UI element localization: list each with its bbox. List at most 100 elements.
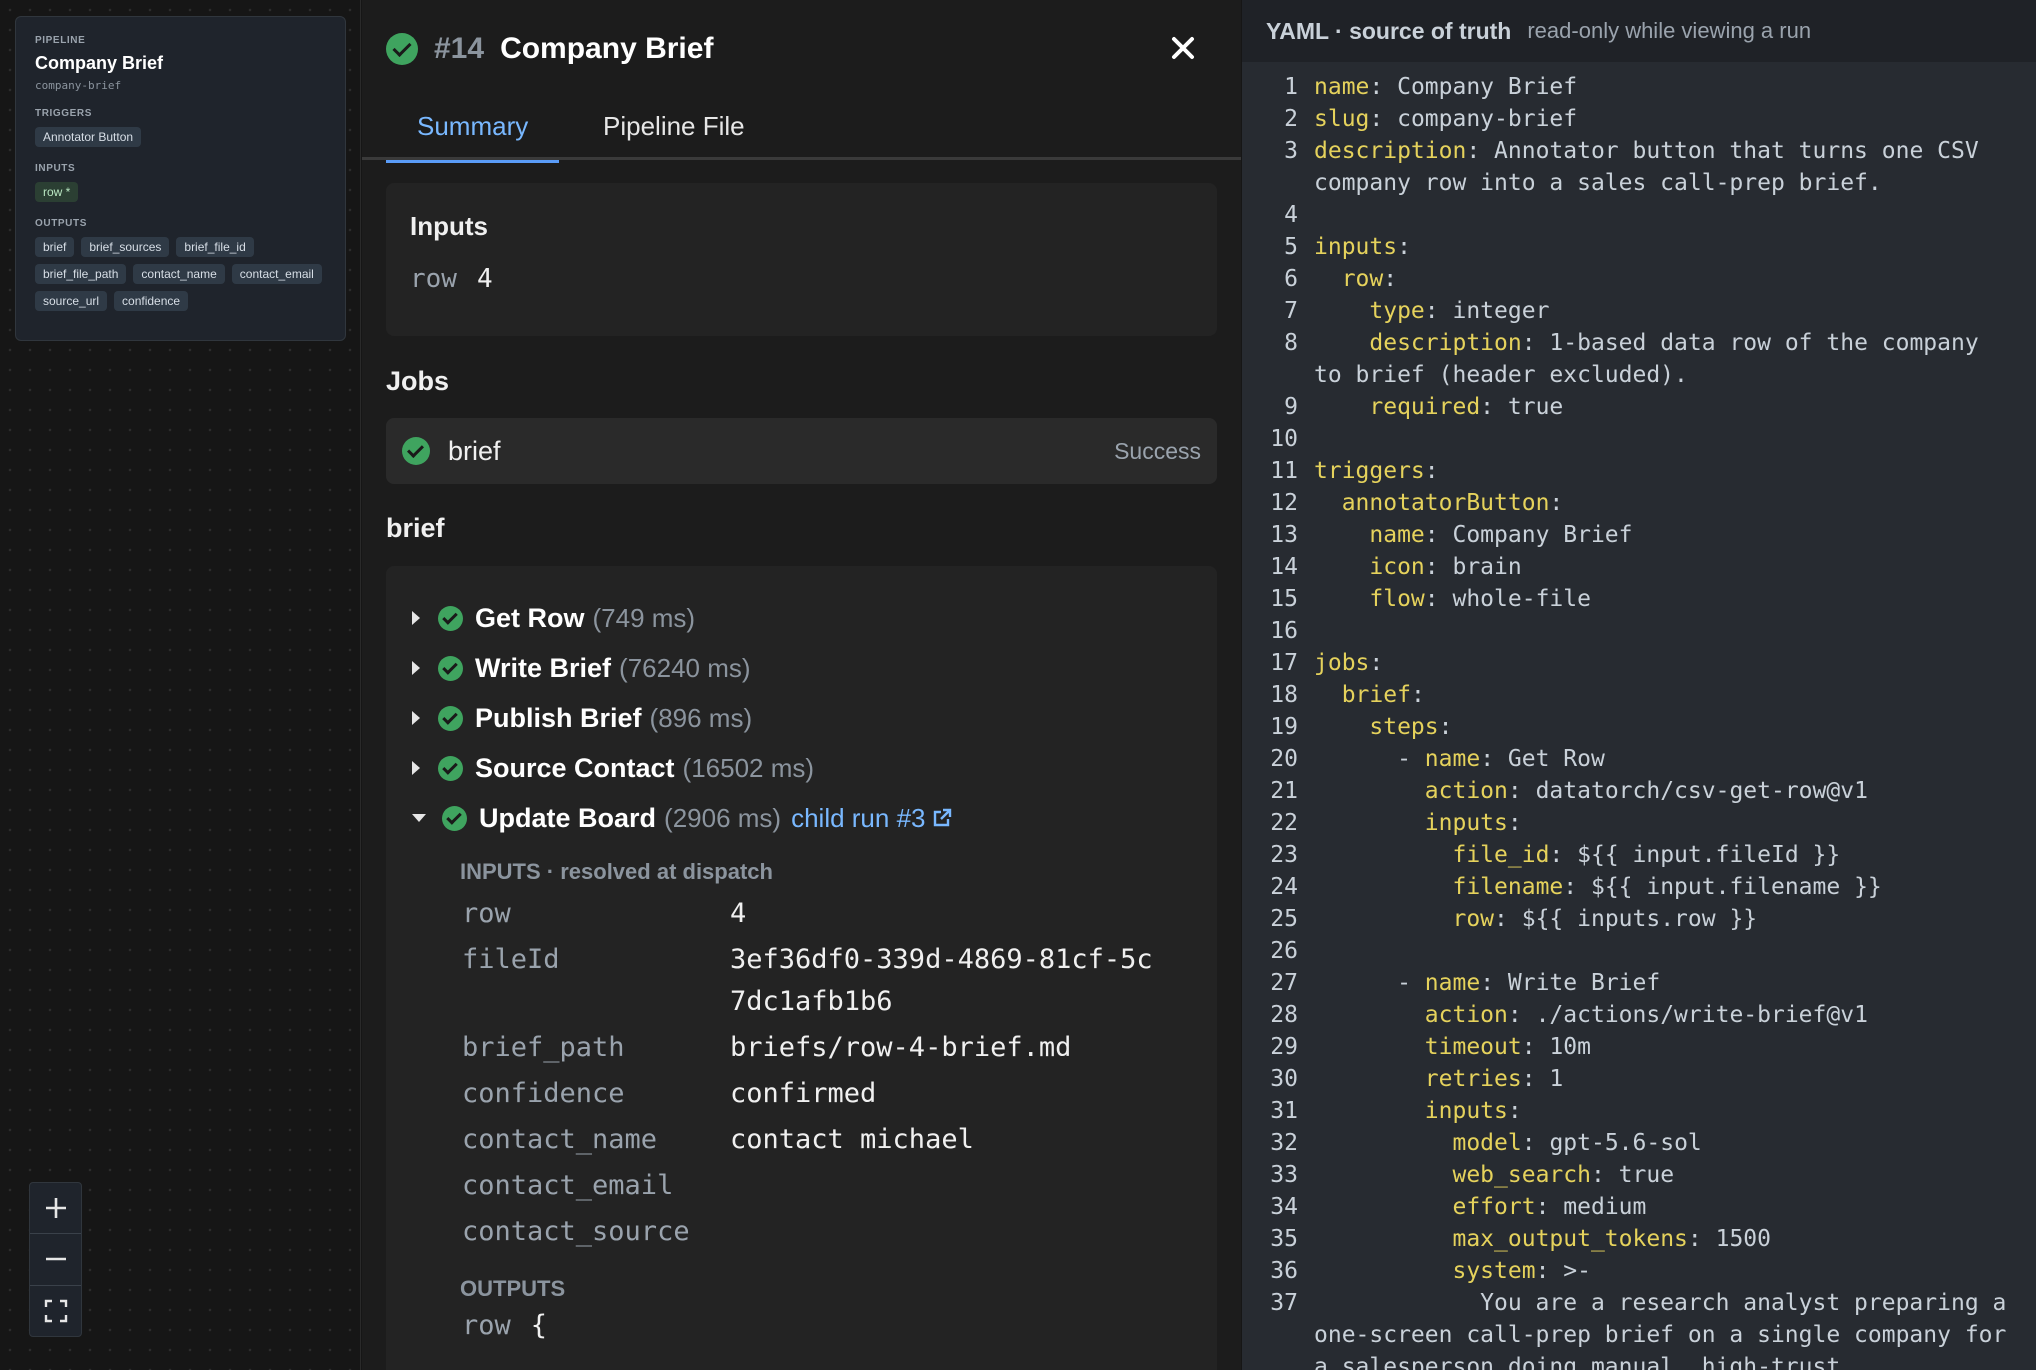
- line-content: inputs:: [1314, 234, 1411, 260]
- yaml-line: 30 retries: 1: [1242, 1063, 2036, 1095]
- yaml-key: triggers: [1314, 458, 1425, 484]
- line-number: 2: [1284, 106, 1298, 132]
- pipeline-node-card[interactable]: PIPELINE Company Brief company-brief TRI…: [15, 16, 346, 341]
- output-chip: brief: [35, 237, 75, 257]
- yaml-key: web_search: [1452, 1162, 1591, 1188]
- inputs-title: Inputs: [410, 211, 488, 241]
- chevron-right-icon: [412, 761, 420, 775]
- yaml-line: 15 flow: whole-file: [1242, 583, 2036, 615]
- line-number: 26: [1270, 938, 1298, 964]
- yaml-line: 25 row: ${{ inputs.row }}: [1242, 903, 2036, 935]
- child-run-link[interactable]: child run #3: [791, 803, 925, 834]
- outputs-label: OUTPUTS: [35, 218, 87, 229]
- inputs-chips: row *: [35, 182, 335, 202]
- line-number: 4: [1284, 202, 1298, 228]
- close-icon: [1172, 37, 1194, 59]
- resolved-key: fileId: [462, 944, 560, 975]
- step-row[interactable]: Publish Brief (896 ms): [412, 700, 752, 736]
- line-number: 15: [1270, 586, 1298, 612]
- yaml-line: 5 inputs:: [1242, 231, 2036, 263]
- success-check-icon: [438, 755, 463, 781]
- yaml-title: YAML · source of truth: [1266, 17, 1512, 44]
- line-number: 33: [1270, 1162, 1298, 1188]
- step-row[interactable]: Get Row (749 ms): [412, 600, 695, 636]
- line-number: 36: [1270, 1258, 1298, 1284]
- zoom-in-icon: [45, 1198, 66, 1219]
- line-number: 34: [1270, 1194, 1298, 1220]
- yaml-line: 34 effort: medium: [1242, 1191, 2036, 1223]
- line-content: flow: whole-file: [1369, 586, 1591, 612]
- resolved-key: contact_source: [462, 1216, 690, 1247]
- job-row[interactable]: brief Success: [386, 418, 1217, 484]
- yaml-key: row: [1341, 266, 1384, 292]
- yaml-line: 35 max_output_tokens: 1500: [1242, 1223, 2036, 1255]
- fit-view-icon: [44, 1299, 67, 1323]
- jobs-title: Jobs: [386, 366, 450, 396]
- fit-view-button[interactable]: [30, 1286, 81, 1336]
- step-row-expanded[interactable]: Update Board (2906 ms) child run #3: [412, 800, 952, 836]
- step-row[interactable]: Write Brief (76240 ms): [412, 650, 751, 686]
- output-chip: confidence: [114, 291, 189, 311]
- yaml-code-view[interactable]: 1 name: Company Brief 2 slug: company-brief…: [1242, 71, 2036, 1370]
- line-content: You are a research analyst preparing a o…: [1314, 1290, 2021, 1370]
- pipeline-kicker: PIPELINE: [35, 35, 86, 46]
- yaml-key: required: [1369, 394, 1481, 420]
- yaml-key: timeout: [1424, 1034, 1522, 1060]
- yaml-line: 20 - name: Get Row: [1242, 743, 2036, 775]
- yaml-line: 37 You are a research analyst preparing …: [1242, 1287, 2036, 1370]
- step-time: (16502 ms): [682, 752, 815, 783]
- output-chip: contact_name: [133, 264, 225, 284]
- external-link-icon[interactable]: [932, 808, 952, 828]
- line-number: 27: [1270, 970, 1298, 996]
- yaml-key: name: [1314, 74, 1370, 100]
- tab-summary[interactable]: Summary: [386, 104, 560, 163]
- line-number: 30: [1270, 1066, 1298, 1092]
- outputs-chips: brief brief_sources brief_file_id brief_fil…: [35, 237, 335, 311]
- line-content: web_search: true: [1452, 1162, 1675, 1188]
- resolved-inputs-list: row 4 fileId 3ef36df0-339d-4869-81cf-5c7…: [462, 893, 1160, 1253]
- line-number: 7: [1284, 298, 1298, 324]
- resolved-value: [730, 1165, 1160, 1207]
- yaml-line: 11 triggers:: [1242, 455, 2036, 487]
- run-header: #14 Company Brief: [386, 32, 713, 66]
- yaml-key: jobs: [1314, 650, 1370, 676]
- output-chip: source_url: [35, 291, 108, 311]
- success-check-icon: [438, 655, 463, 681]
- step-time: (76240 ms): [619, 652, 751, 683]
- line-content: name: Company Brief: [1369, 522, 1633, 548]
- yaml-line: 14 icon: brain: [1242, 551, 2036, 583]
- output-chip: brief_file_path: [35, 264, 127, 284]
- resolved-input-row: contact_name contact michael: [462, 1119, 1160, 1161]
- yaml-line: 16: [1242, 615, 2036, 647]
- success-check-icon: [438, 605, 463, 631]
- input-chip: row *: [35, 182, 79, 202]
- yaml-key: system: [1452, 1258, 1536, 1284]
- line-content: file_id: ${{ input.fileId }}: [1452, 842, 1841, 868]
- line-content: description: Annotator button that turns…: [1314, 138, 1993, 196]
- pipeline-canvas[interactable]: PIPELINE Company Brief company-brief TRI…: [0, 0, 361, 1370]
- line-content: row:: [1341, 266, 1398, 292]
- input-value: 4: [476, 264, 493, 294]
- tab-pipeline-file[interactable]: Pipeline File: [572, 104, 776, 160]
- step-row[interactable]: Source Contact (16502 ms): [412, 750, 814, 786]
- line-content: timeout: 10m: [1424, 1034, 1591, 1060]
- yaml-key: flow: [1369, 586, 1425, 612]
- output-value: {: [530, 1310, 548, 1341]
- zoom-in-button[interactable]: [30, 1183, 81, 1235]
- yaml-key: action: [1424, 778, 1508, 804]
- yaml-line: 23 file_id: ${{ input.fileId }}: [1242, 839, 2036, 871]
- yaml-key: row: [1452, 906, 1495, 932]
- yaml-line: 2 slug: company-brief: [1242, 103, 2036, 135]
- line-content: [1298, 423, 2020, 455]
- close-button[interactable]: [1168, 34, 1198, 64]
- zoom-out-icon: [45, 1258, 66, 1261]
- resolved-key: contact_email: [462, 1170, 674, 1201]
- yaml-line: 17 jobs:: [1242, 647, 2036, 679]
- resolved-key: contact_name: [462, 1124, 658, 1155]
- yaml-line: 33 web_search: true: [1242, 1159, 2036, 1191]
- yaml-key: action: [1424, 1002, 1508, 1028]
- resolved-value: contact michael: [730, 1124, 974, 1155]
- line-number: 8: [1284, 330, 1298, 356]
- line-number: 10: [1270, 426, 1298, 452]
- zoom-out-button[interactable]: [30, 1234, 81, 1286]
